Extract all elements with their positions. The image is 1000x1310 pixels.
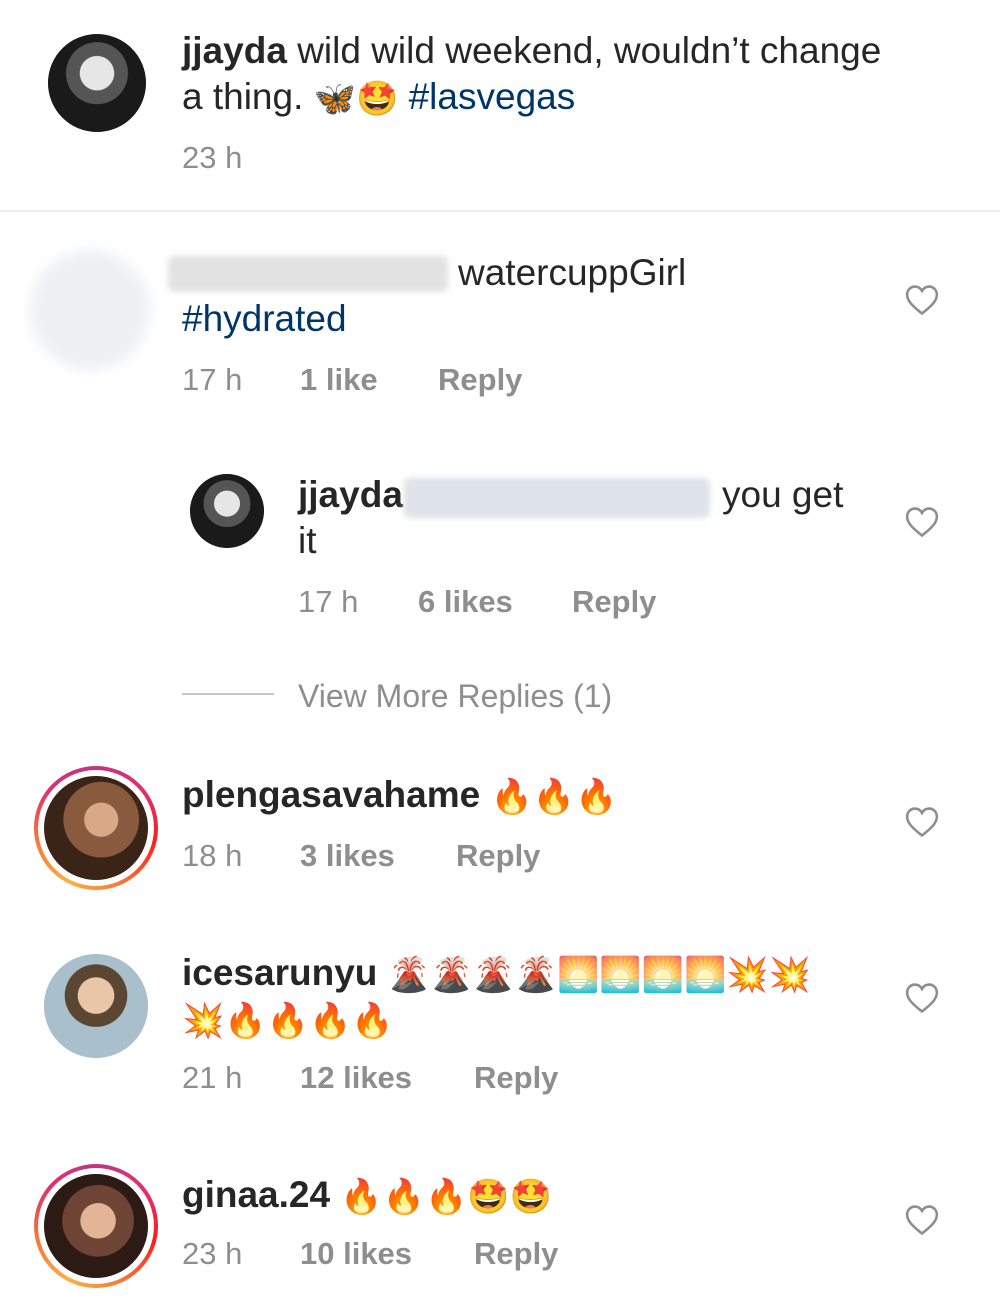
comment-plenga-reply-button[interactable]: Reply — [456, 836, 540, 876]
caption-line1: wild wild weekend, wouldn’t change — [297, 30, 882, 71]
heart-outline-icon[interactable] — [905, 1204, 939, 1236]
caption-time: 23 h — [182, 140, 243, 175]
avatar-jjayda-small[interactable] — [190, 474, 264, 548]
heart-outline-icon[interactable] — [905, 284, 939, 316]
heart-outline-icon[interactable] — [905, 806, 939, 838]
caption-text: jjayda wild wild weekend, wouldn’t chang… — [182, 28, 962, 120]
caption-hashtag[interactable]: #lasvegas — [409, 76, 576, 117]
reply-text-line2: it — [298, 520, 317, 561]
heart-outline-icon[interactable] — [905, 506, 939, 538]
avatar-ginaa24[interactable] — [44, 1174, 148, 1278]
avatar-photo — [48, 34, 146, 132]
blurred-mention — [404, 478, 710, 518]
avatar-blurred[interactable] — [30, 250, 150, 370]
reply-reply-button[interactable]: Reply — [572, 582, 656, 622]
avatar-photo — [190, 474, 264, 548]
reply-time: 17 h — [298, 584, 359, 619]
comment-1-text: watercuppGirl — [458, 252, 687, 293]
comment-gina-username[interactable]: ginaa.24 — [182, 1174, 330, 1215]
comment-ice-emojis-2: 💥🔥🔥🔥🔥 — [182, 1001, 394, 1042]
comment-gina-likes[interactable]: 10 likes — [300, 1234, 412, 1274]
comment-ice-time: 21 h — [182, 1060, 243, 1095]
comment-plenga-emojis: 🔥🔥🔥 — [490, 777, 618, 818]
comment-ice-text: icesarunyu 🌋🌋🌋🌋🌅🌅🌅🌅💥💥 💥🔥🔥🔥🔥 — [182, 950, 882, 1042]
avatar-jjayda[interactable] — [48, 34, 146, 132]
avatar-plengasavahame[interactable] — [44, 776, 148, 880]
heart-outline-icon[interactable] — [905, 982, 939, 1014]
avatar-photo — [44, 1174, 148, 1278]
comment-1-hashtag[interactable]: #hydrated — [182, 296, 347, 342]
blurred-username — [168, 256, 448, 292]
comment-plenga-text: plengasavahame 🔥🔥🔥 — [182, 772, 618, 818]
comment-gina-text: ginaa.24 🔥🔥🔥🤩🤩 — [182, 1172, 552, 1218]
comment-gina-reply-button[interactable]: Reply — [474, 1234, 558, 1274]
avatar-photo — [44, 776, 148, 880]
caption-emojis: 🦋🤩 — [313, 79, 399, 120]
view-more-replies-label[interactable]: View More Replies (1) — [298, 676, 612, 716]
avatar-icesarunyu[interactable] — [44, 954, 148, 1058]
reply-username[interactable]: jjayda — [298, 472, 403, 518]
reply-likes[interactable]: 6 likes — [418, 582, 513, 622]
reply-text-end: you get — [722, 474, 844, 515]
comment-1-time: 17 h — [182, 362, 243, 397]
comment-1-reply-button[interactable]: Reply — [438, 360, 522, 400]
caption-line2: a thing. — [182, 76, 304, 117]
comment-ice-emojis-1: 🌋🌋🌋🌋🌅🌅🌅🌅💥💥 — [387, 955, 811, 996]
comment-ice-reply-button[interactable]: Reply — [474, 1058, 558, 1098]
caption-divider — [0, 210, 1000, 212]
caption-username[interactable]: jjayda — [182, 30, 287, 71]
comment-1-likes[interactable]: 1 like — [300, 360, 378, 400]
comment-plenga-time: 18 h — [182, 838, 243, 873]
comment-ice-username[interactable]: icesarunyu — [182, 952, 377, 993]
comment-gina-time: 23 h — [182, 1236, 243, 1271]
comment-plenga-likes[interactable]: 3 likes — [300, 836, 395, 876]
view-more-line — [182, 693, 274, 695]
comment-plenga-username[interactable]: plengasavahame — [182, 774, 480, 815]
comment-gina-emojis: 🔥🔥🔥🤩🤩 — [340, 1177, 553, 1218]
avatar-photo — [44, 954, 148, 1058]
comment-ice-likes[interactable]: 12 likes — [300, 1058, 412, 1098]
